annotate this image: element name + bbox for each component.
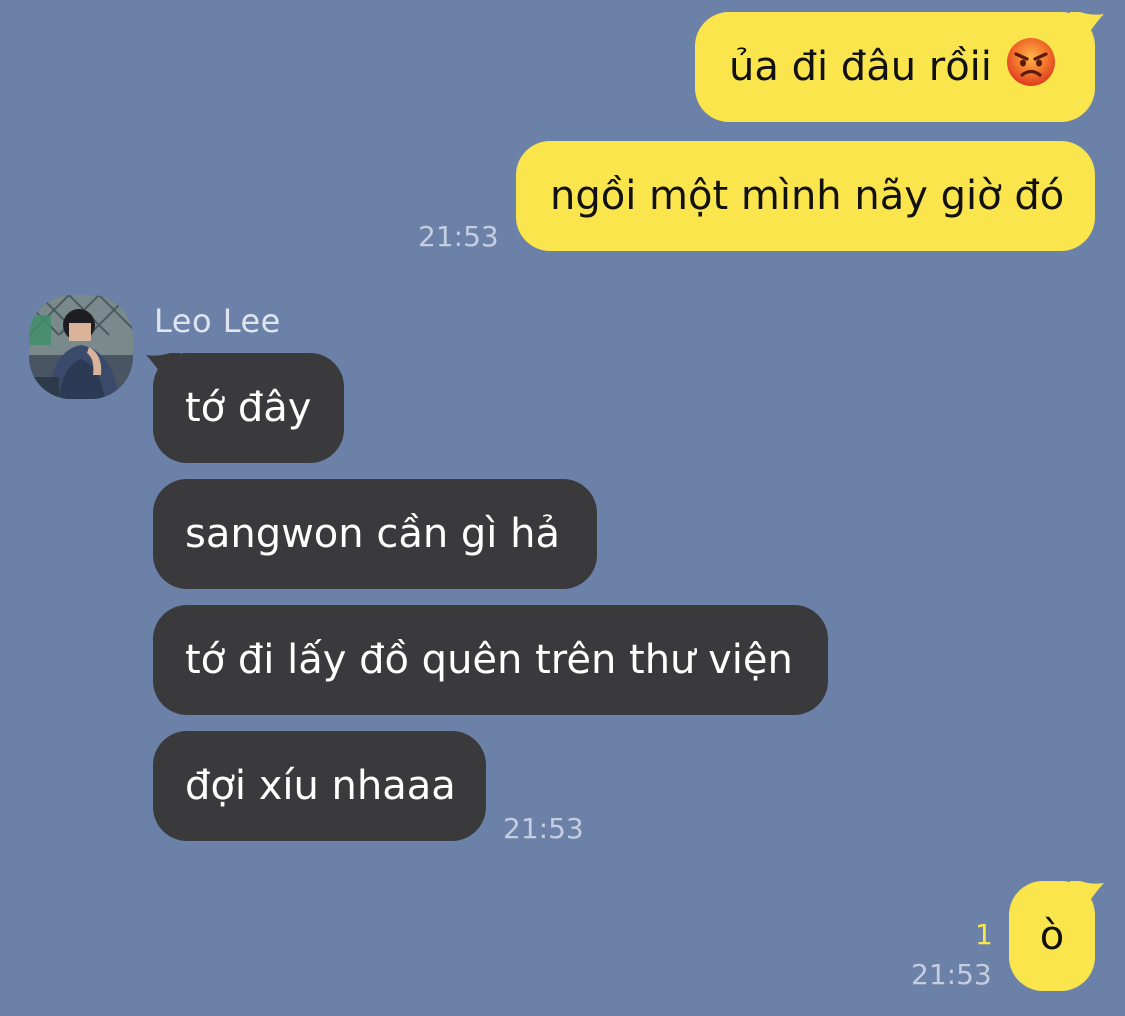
angry-face-icon bbox=[1006, 37, 1056, 97]
incoming-message[interactable]: tớ đây bbox=[153, 353, 344, 463]
outgoing-message[interactable]: ủa đi đâu rồii bbox=[695, 12, 1095, 122]
message-text: đợi xíu nhaaa bbox=[185, 763, 456, 809]
message-timestamp: 21:53 bbox=[911, 958, 992, 991]
message-timestamp: 21:53 bbox=[418, 220, 499, 253]
incoming-message[interactable]: sangwon cần gì hả bbox=[153, 479, 597, 589]
outgoing-bubble-tail bbox=[1070, 881, 1104, 917]
message-text: tớ đây bbox=[185, 385, 312, 431]
avatar[interactable] bbox=[29, 295, 133, 399]
incoming-message[interactable]: tớ đi lấy đồ quên trên thư viện bbox=[153, 605, 828, 715]
sender-name: Leo Lee bbox=[154, 302, 281, 340]
outgoing-bubble-tail bbox=[1070, 12, 1104, 48]
unread-count: 1 bbox=[975, 918, 993, 951]
message-text: ò bbox=[1039, 913, 1065, 959]
message-text: ngồi một mình nãy giờ đó bbox=[550, 173, 1065, 219]
incoming-message[interactable]: đợi xíu nhaaa bbox=[153, 731, 486, 841]
message-timestamp: 21:53 bbox=[503, 812, 584, 845]
message-text: tớ đi lấy đồ quên trên thư viện bbox=[185, 637, 793, 683]
outgoing-message[interactable]: ngồi một mình nãy giờ đó bbox=[516, 141, 1095, 251]
message-text: sangwon cần gì hả bbox=[185, 511, 560, 557]
message-text: ủa đi đâu rồii bbox=[729, 44, 992, 90]
